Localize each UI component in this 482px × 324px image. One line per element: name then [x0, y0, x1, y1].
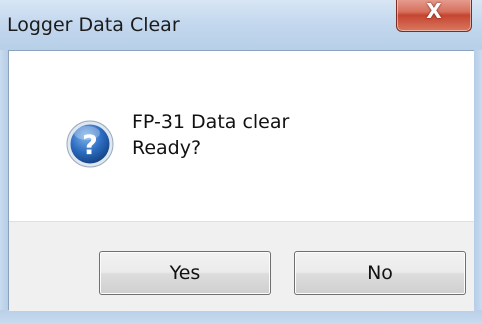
- title-bar[interactable]: Logger Data Clear X: [0, 0, 482, 50]
- message-dialog: Logger Data Clear X ? FP-31 Data clear R…: [0, 0, 482, 324]
- message-line-1: FP-31 Data clear: [132, 111, 290, 133]
- yes-button[interactable]: Yes: [99, 251, 271, 295]
- close-button[interactable]: X: [396, 0, 472, 32]
- window-frame-bottom: [0, 310, 482, 324]
- message-line-2: Ready?: [132, 137, 202, 159]
- question-icon: ?: [66, 120, 114, 168]
- button-bar: Yes No: [9, 221, 474, 311]
- svg-text:?: ?: [82, 130, 98, 161]
- close-icon: X: [426, 0, 442, 23]
- window-frame-left: [0, 50, 8, 324]
- message-area: ? FP-31 Data clear Ready?: [9, 51, 474, 221]
- no-button[interactable]: No: [294, 251, 466, 295]
- window-frame-right: [474, 50, 482, 324]
- dialog-body: ? FP-31 Data clear Ready? Yes No: [8, 50, 474, 311]
- window-title: Logger Data Clear: [7, 14, 180, 36]
